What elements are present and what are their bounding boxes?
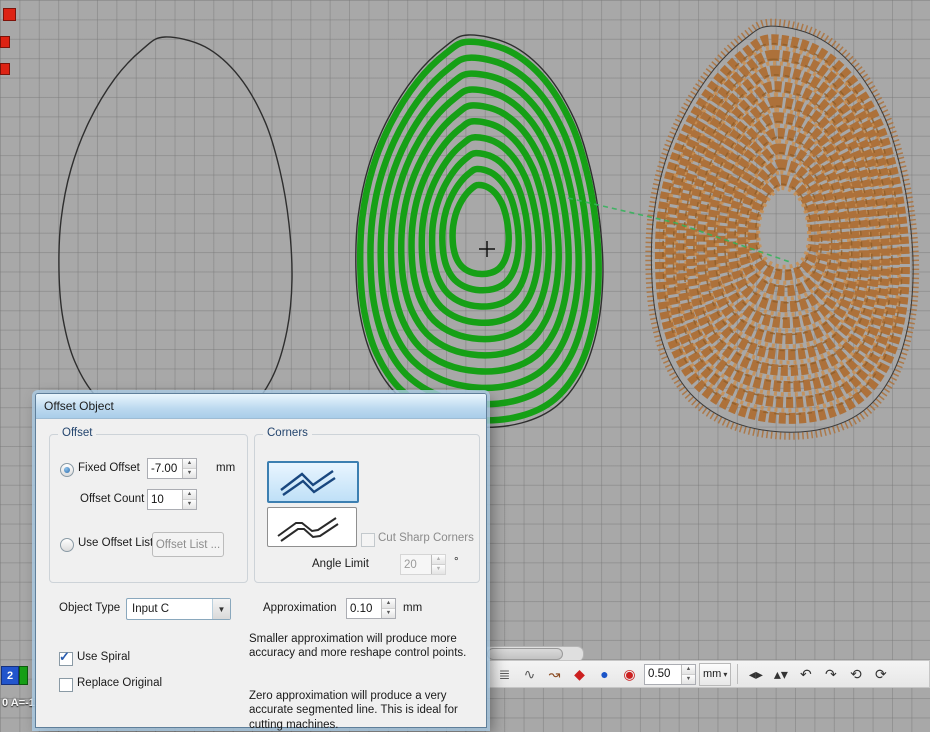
use-spiral-label: Use Spiral bbox=[77, 651, 130, 663]
palette-color-2[interactable]: 2 bbox=[1, 666, 19, 685]
spin-down-icon[interactable]: ▼ bbox=[432, 565, 445, 574]
chevron-down-icon: ▾ bbox=[723, 670, 727, 679]
outline-width-input[interactable] bbox=[645, 665, 681, 684]
object-type-label: Object Type bbox=[59, 602, 120, 614]
chevron-down-icon[interactable]: ▼ bbox=[212, 599, 230, 619]
spin-up-icon[interactable]: ▲ bbox=[432, 555, 445, 565]
object-type-value: Input C bbox=[127, 603, 212, 615]
offset-group: Offset Fixed Offset ▲ ▼ mm Offset Count … bbox=[49, 434, 248, 583]
offset-count-input[interactable] bbox=[148, 490, 182, 509]
rotate-left-45-icon[interactable]: ↶ bbox=[794, 663, 817, 686]
crosshair-cursor bbox=[479, 241, 495, 257]
palette-red-chip[interactable] bbox=[3, 8, 16, 21]
check-mark-icon: ✓ bbox=[59, 649, 70, 665]
spin-down-icon[interactable]: ▼ bbox=[183, 500, 196, 509]
unit-label: mm bbox=[703, 668, 721, 680]
sharp-corner-icon bbox=[273, 467, 353, 497]
toolbar-right-icons: ◂▸▴▾↶↷⟲⟳ bbox=[744, 663, 892, 686]
replace-original-label: Replace Original bbox=[77, 677, 162, 689]
offset-object-dialog: Offset Object Offset Fixed Offset ▲ ▼ mm… bbox=[35, 393, 487, 728]
run-stitch-icon[interactable]: ↝ bbox=[543, 663, 566, 686]
dialog-title: Offset Object bbox=[44, 399, 114, 413]
rotate-right-90-icon[interactable]: ⟳ bbox=[869, 663, 892, 686]
approximation-note-1: Smaller approximation will produce more … bbox=[249, 632, 479, 661]
angle-limit-stepper[interactable]: ▲ ▼ bbox=[400, 554, 446, 575]
spin-up-icon[interactable]: ▲ bbox=[682, 665, 695, 675]
spin-down-icon[interactable]: ▼ bbox=[183, 469, 196, 478]
corners-group: Corners Cut Sharp Corners Angle Limit ▲ … bbox=[254, 434, 480, 583]
toolbar-separator bbox=[737, 664, 738, 684]
replace-original-checkbox[interactable] bbox=[59, 678, 73, 692]
palette-red-chip[interactable] bbox=[0, 36, 10, 48]
spin-down-icon[interactable]: ▼ bbox=[682, 675, 695, 684]
offset-count-stepper[interactable]: ▲ ▼ bbox=[147, 489, 197, 510]
zigzag-stitch-icon[interactable]: ∿ bbox=[518, 663, 541, 686]
use-offset-list-radio[interactable] bbox=[60, 538, 74, 552]
spin-down-icon[interactable]: ▼ bbox=[382, 609, 395, 618]
approximation-unit: mm bbox=[403, 602, 422, 614]
fixed-offset-label: Fixed Offset bbox=[78, 462, 140, 474]
offset-ring[interactable] bbox=[432, 153, 529, 306]
mirror-vertical-icon[interactable]: ▴▾ bbox=[769, 663, 792, 686]
offset-ring[interactable] bbox=[453, 185, 509, 274]
approximation-input[interactable] bbox=[347, 599, 381, 618]
offset-list-button[interactable]: Offset List ... bbox=[152, 532, 224, 557]
fixed-offset-radio[interactable] bbox=[60, 463, 74, 477]
angle-limit-label: Angle Limit bbox=[312, 558, 369, 570]
embroidery-canvas: { "canvas": { "status_text": "0 A=-14", … bbox=[0, 0, 930, 726]
outline-shape[interactable] bbox=[59, 37, 292, 431]
fixed-offset-unit: mm bbox=[216, 462, 235, 474]
use-spiral-checkbox[interactable]: ✓ bbox=[59, 652, 73, 666]
rotate-right-45-icon[interactable]: ↷ bbox=[819, 663, 842, 686]
corners-group-label: Corners bbox=[263, 427, 312, 439]
palette-color-3-partial[interactable] bbox=[19, 666, 28, 685]
start-marker-icon[interactable]: ◆ bbox=[568, 663, 591, 686]
spin-up-icon[interactable]: ▲ bbox=[183, 459, 196, 469]
mirror-horizontal-icon[interactable]: ◂▸ bbox=[744, 663, 767, 686]
use-offset-list-label: Use Offset List bbox=[78, 537, 153, 549]
spin-up-icon[interactable]: ▲ bbox=[382, 599, 395, 609]
corner-style-cut-button[interactable] bbox=[267, 507, 357, 547]
cut-sharp-corners-checkbox[interactable] bbox=[361, 533, 375, 547]
angle-limit-unit: ° bbox=[454, 556, 459, 568]
approximation-label: Approximation bbox=[263, 602, 337, 614]
dialog-titlebar[interactable]: Offset Object bbox=[36, 394, 486, 419]
angle-limit-input[interactable] bbox=[401, 555, 431, 574]
palette-red-chip[interactable] bbox=[0, 63, 10, 75]
cut-corner-icon bbox=[272, 512, 352, 542]
bottom-toolbar: ≣∿↝◆●◉ ▲ ▼ mm ▾ ◂▸▴▾↶↷⟲⟳ bbox=[488, 660, 930, 688]
fixed-offset-input[interactable] bbox=[148, 459, 182, 478]
color-dot-icon[interactable]: ◉ bbox=[618, 663, 641, 686]
fixed-offset-stepper[interactable]: ▲ ▼ bbox=[147, 458, 197, 479]
toolbar-left-icons: ≣∿↝◆●◉ bbox=[493, 663, 641, 686]
scrollbar-thumb[interactable] bbox=[487, 648, 563, 660]
stitch-sequence-icon[interactable]: ≣ bbox=[493, 663, 516, 686]
unit-select[interactable]: mm ▾ bbox=[699, 663, 731, 686]
object-type-dropdown[interactable]: Input C ▼ bbox=[126, 598, 231, 620]
corner-style-sharp-button[interactable] bbox=[267, 461, 359, 503]
offset-group-label: Offset bbox=[58, 427, 96, 439]
spin-up-icon[interactable]: ▲ bbox=[183, 490, 196, 500]
rotate-left-90-icon[interactable]: ⟲ bbox=[844, 663, 867, 686]
approximation-stepper[interactable]: ▲ ▼ bbox=[346, 598, 396, 619]
cut-sharp-corners-label: Cut Sharp Corners bbox=[378, 532, 474, 544]
end-marker-icon[interactable]: ● bbox=[593, 663, 616, 686]
outline-width-stepper[interactable]: ▲ ▼ bbox=[644, 664, 696, 685]
offset-count-label: Offset Count bbox=[80, 493, 144, 505]
